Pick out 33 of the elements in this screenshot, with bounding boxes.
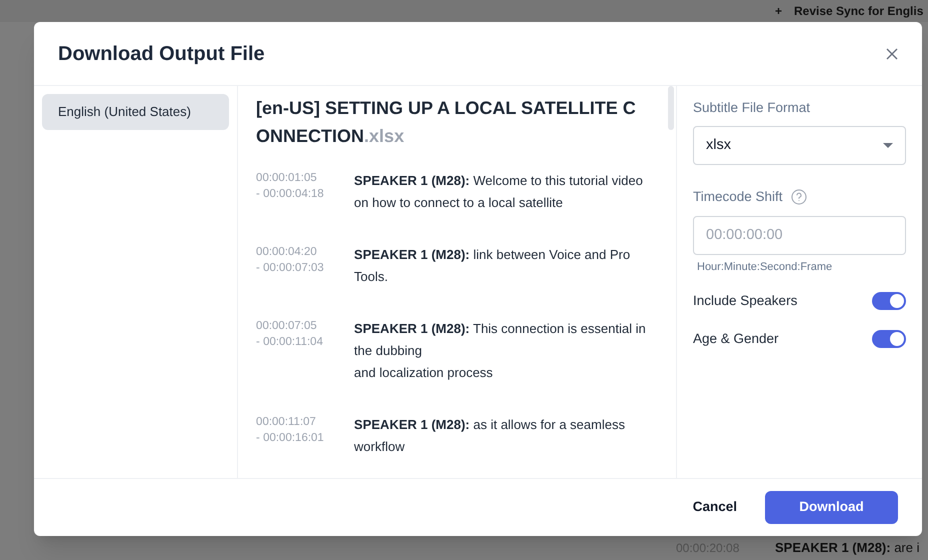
toggle-switch[interactable] — [872, 330, 906, 348]
end-timecode: - 00:00:16:01 — [256, 431, 325, 446]
page-action-label[interactable]: Revise Sync for Englis — [794, 2, 924, 20]
close-icon[interactable] — [886, 48, 898, 60]
scrollbar-thumb[interactable] — [668, 86, 674, 130]
start-timecode: 00:00:01:05 — [256, 171, 318, 186]
start-timecode: 00:00:07:05 — [256, 319, 318, 334]
dialog-title: Download Output File — [58, 42, 265, 66]
cue-text: SPEAKER 1 (M28): link between Voice and Pro Tools. — [354, 246, 632, 286]
cancel-button[interactable]: Cancel — [684, 489, 745, 526]
toggle-label: Age & Gender — [693, 330, 779, 348]
help-icon[interactable] — [790, 189, 807, 206]
end-timecode: - 00:00:07:03 — [256, 261, 325, 276]
plus-icon[interactable]: + — [775, 2, 782, 20]
start-timecode: 00:00:04:20 — [256, 245, 318, 260]
language-item[interactable]: English (United States) — [42, 94, 230, 130]
format-select[interactable]: xlsx — [693, 126, 906, 166]
format-label: Subtitle File Format — [693, 99, 812, 117]
file-name: [en-US] SETTING UP A LOCAL SATELLITE CONNECTION.xlsx — [256, 97, 637, 148]
cue-text: SPEAKER 1 (M28): are i — [775, 539, 920, 558]
caret-icon — [883, 143, 893, 148]
toggle-label: Include Speakers — [693, 292, 798, 310]
cue-text: and localization process — [354, 364, 494, 382]
end-timecode: - 00:00:11:04 — [256, 335, 324, 350]
timecode-hint: Hour:Minute:Second:Frame — [696, 260, 834, 274]
cue-text: SPEAKER 1 (M28): as it allows for a seamless workflow — [354, 416, 626, 456]
start-timecode: 00:00:11:07 — [256, 415, 317, 430]
toggle-switch[interactable] — [872, 292, 906, 310]
timecode-field[interactable]: 00:00:00:00 — [693, 216, 906, 254]
download-button[interactable]: Download — [765, 491, 898, 524]
end-timecode: - 00:00:04:18 — [256, 187, 325, 202]
cue-text: SPEAKER 1 (M28): Welcome to this tutorial video on how to connect to a local satellite — [354, 172, 644, 212]
timecode-label: Timecode Shift — [693, 188, 783, 206]
